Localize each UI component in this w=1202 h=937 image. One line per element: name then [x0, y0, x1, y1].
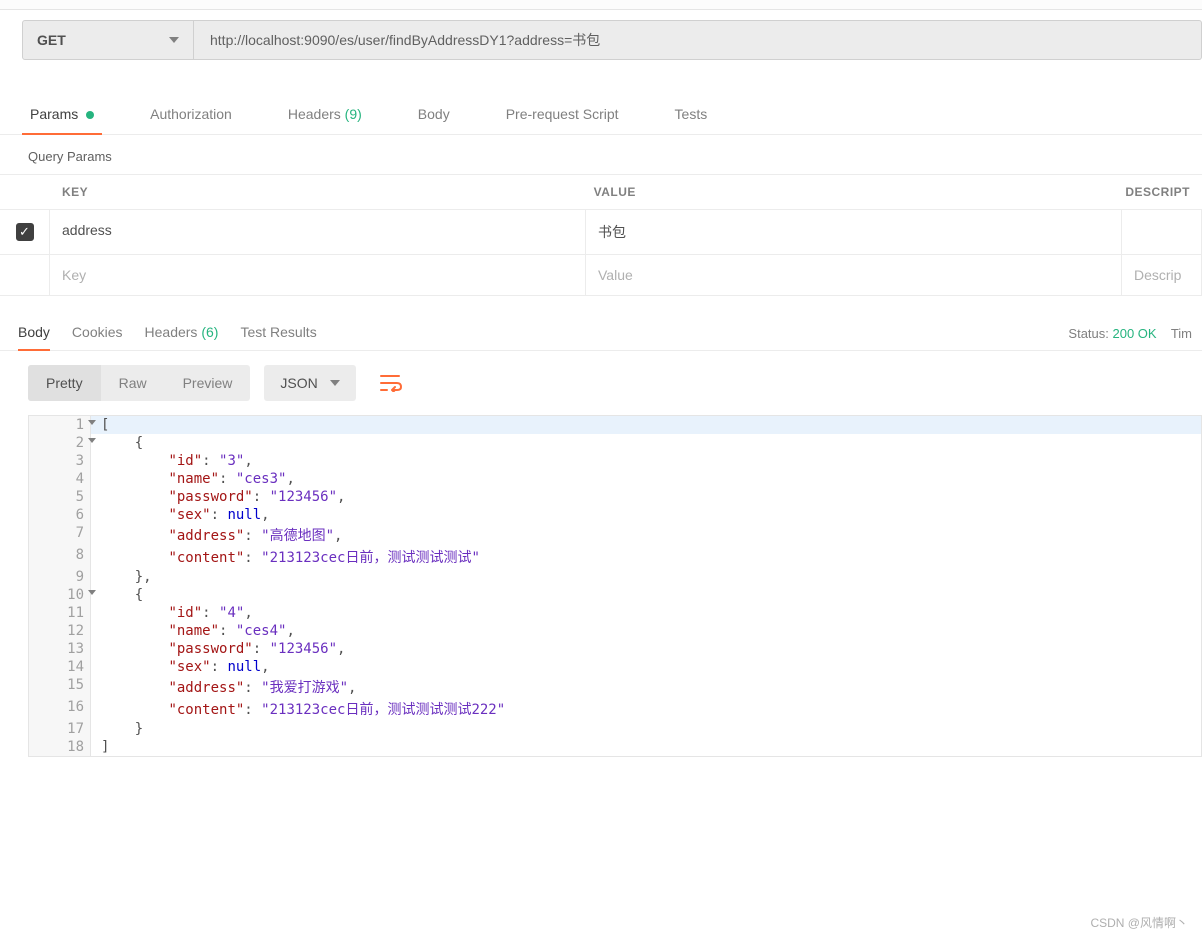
- code-line: 3 "id": "3",: [29, 452, 1201, 470]
- top-frame: [0, 0, 1202, 10]
- params-table: KEY VALUE DESCRIPT ✓ address 书包 Key Valu…: [0, 174, 1202, 296]
- resp-tab-cookies[interactable]: Cookies: [72, 316, 123, 350]
- tab-headers[interactable]: Headers (9): [280, 98, 370, 134]
- tab-params[interactable]: Params: [22, 98, 102, 134]
- col-key: KEY: [50, 175, 582, 209]
- request-url-row: GET http://localhost:9090/es/user/findBy…: [0, 10, 1202, 70]
- wrap-icon: [380, 374, 402, 392]
- tab-tests[interactable]: Tests: [667, 98, 716, 134]
- placeholder-desc[interactable]: Descrip: [1122, 255, 1202, 295]
- params-header-row: KEY VALUE DESCRIPT: [0, 175, 1202, 210]
- col-value: VALUE: [582, 175, 1114, 209]
- tab-authorization[interactable]: Authorization: [142, 98, 240, 134]
- tab-body[interactable]: Body: [410, 98, 458, 134]
- code-line: 7 "address": "高德地图",: [29, 524, 1201, 546]
- param-value[interactable]: 书包: [586, 210, 1122, 254]
- response-toolbar: Pretty Raw Preview JSON: [0, 351, 1202, 415]
- status-value: 200 OK: [1113, 326, 1157, 341]
- param-key[interactable]: address: [50, 210, 586, 254]
- response-tabs: Body Cookies Headers (6) Test Results: [18, 316, 317, 350]
- code-line: 12 "name": "ces4",: [29, 622, 1201, 640]
- content-type-select[interactable]: JSON: [264, 365, 355, 401]
- wrap-lines-button[interactable]: [370, 366, 412, 400]
- format-tabs: Pretty Raw Preview: [28, 365, 250, 401]
- code-line: 15 "address": "我爱打游戏",: [29, 676, 1201, 698]
- query-params-label: Query Params: [0, 135, 1202, 174]
- status-info: Status: 200 OK Tim: [1068, 326, 1192, 341]
- code-line: 4 "name": "ces3",: [29, 470, 1201, 488]
- code-line: 5 "password": "123456",: [29, 488, 1201, 506]
- http-method-label: GET: [37, 32, 66, 48]
- code-line: 2 {: [29, 434, 1201, 452]
- format-pretty[interactable]: Pretty: [28, 365, 101, 401]
- request-tabs: Params Authorization Headers (9) Body Pr…: [0, 98, 1202, 135]
- fold-icon[interactable]: [88, 420, 96, 425]
- format-preview[interactable]: Preview: [165, 365, 251, 401]
- chevron-down-icon: [169, 37, 179, 43]
- resp-tab-headers[interactable]: Headers (6): [145, 316, 219, 350]
- col-desc: DESCRIPT: [1113, 175, 1202, 209]
- code-line: 8 "content": "213123cec日前，测试测试测试": [29, 546, 1201, 568]
- row-checkbox[interactable]: ✓: [16, 223, 34, 241]
- watermark: CSDN @风情啊丶: [1090, 914, 1188, 931]
- code-line: 18]: [29, 738, 1201, 756]
- response-bar: Body Cookies Headers (6) Test Results St…: [0, 316, 1202, 351]
- code-line: 17 }: [29, 720, 1201, 738]
- chevron-down-icon: [330, 380, 340, 386]
- fold-icon[interactable]: [88, 590, 96, 595]
- placeholder-value[interactable]: Value: [586, 255, 1122, 295]
- table-row-placeholder: Key Value Descrip: [0, 255, 1202, 296]
- code-line: 10 {: [29, 586, 1201, 604]
- code-line: 16 "content": "213123cec日前，测试测试测试222": [29, 698, 1201, 720]
- code-line: 13 "password": "123456",: [29, 640, 1201, 658]
- tab-prerequest[interactable]: Pre-request Script: [498, 98, 627, 134]
- url-text: http://localhost:9090/es/user/findByAddr…: [210, 30, 600, 50]
- resp-tab-tests[interactable]: Test Results: [240, 316, 316, 350]
- url-input[interactable]: http://localhost:9090/es/user/findByAddr…: [194, 20, 1202, 60]
- fold-icon[interactable]: [88, 438, 96, 443]
- code-line: 6 "sex": null,: [29, 506, 1201, 524]
- placeholder-key[interactable]: Key: [50, 255, 586, 295]
- table-row: ✓ address 书包: [0, 210, 1202, 255]
- code-line: 9 },: [29, 568, 1201, 586]
- resp-tab-body[interactable]: Body: [18, 316, 50, 350]
- code-line: 11 "id": "4",: [29, 604, 1201, 622]
- code-line: 1[: [29, 416, 1201, 434]
- http-method-select[interactable]: GET: [22, 20, 194, 60]
- response-body-editor[interactable]: 1[2 {3 "id": "3",4 "name": "ces3",5 "pas…: [28, 415, 1202, 757]
- params-indicator-dot: [86, 111, 94, 119]
- format-raw[interactable]: Raw: [101, 365, 165, 401]
- code-line: 14 "sex": null,: [29, 658, 1201, 676]
- param-desc[interactable]: [1122, 210, 1202, 254]
